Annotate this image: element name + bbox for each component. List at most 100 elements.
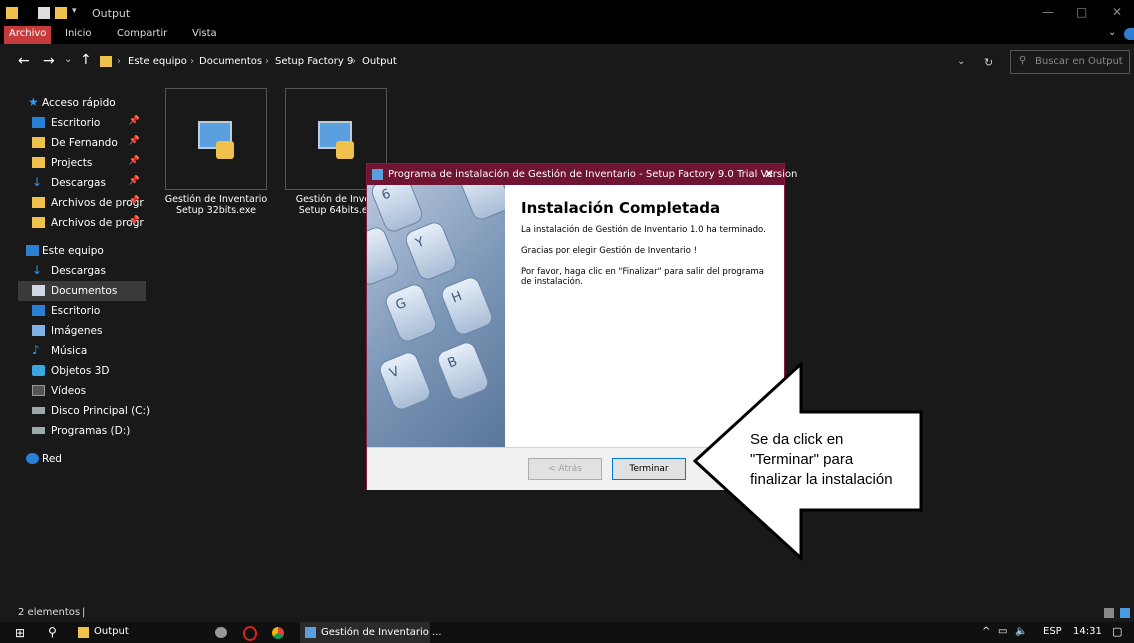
windows-start-icon[interactable]: ⊞ xyxy=(15,626,25,640)
tab-compartir[interactable]: Compartir xyxy=(117,28,167,39)
breadcrumb-documentos[interactable]: Documentos xyxy=(199,56,262,67)
download-icon: ↓ xyxy=(32,175,43,189)
explorer-taskbar-button[interactable]: Output xyxy=(78,625,188,641)
minimize-button[interactable]: — xyxy=(1042,5,1054,19)
sidebar-item-descargas[interactable]: ↓ Descargas xyxy=(18,261,146,281)
sidebar-item-red[interactable]: Red xyxy=(18,449,146,469)
chrome-icon[interactable] xyxy=(272,627,284,639)
sidebar-item-label: Red xyxy=(42,453,62,465)
chevron-right-icon: › xyxy=(352,56,356,67)
language-indicator[interactable]: ESP xyxy=(1043,626,1062,637)
recent-dropdown-icon[interactable]: ⌄ xyxy=(64,54,72,65)
dialog-close-icon[interactable]: ✕ xyxy=(764,167,774,181)
pin-icon[interactable]: 📌 xyxy=(129,116,140,126)
taskbar: ⊞ ⚲ Output Gestión de Inventario ... ^ ▭… xyxy=(0,622,1134,643)
sidebar-item-archivos-1[interactable]: Archivos de progr 📌 xyxy=(18,193,146,213)
callout-line-3: finalizar la instalación xyxy=(750,471,893,488)
sidebar-item-descargas-pinned[interactable]: ↓ Descargas 📌 xyxy=(18,173,146,193)
file-item[interactable]: Gestión de Inventario Setup 32bits.exe xyxy=(164,88,268,216)
dialog-title-bar: Programa de instalación de Gestión de In… xyxy=(367,164,797,185)
opera-icon[interactable] xyxy=(243,626,257,641)
refresh-icon[interactable]: ↻ xyxy=(984,56,993,69)
sidebar-item-imagenes[interactable]: Imágenes xyxy=(18,321,146,341)
pin-icon[interactable]: 📌 xyxy=(129,196,140,206)
sidebar-item-label: Acceso rápido xyxy=(42,97,116,109)
large-icons-view-icon[interactable] xyxy=(1120,608,1130,618)
notifications-icon[interactable]: ▢ xyxy=(1112,625,1122,638)
folder-icon xyxy=(78,627,89,638)
address-bar[interactable]: › Este equipo › Documentos › Setup Facto… xyxy=(97,52,967,72)
drive-icon xyxy=(32,407,45,414)
maximize-button[interactable]: □ xyxy=(1076,5,1087,19)
sidebar-item-escritorio[interactable]: Escritorio xyxy=(18,301,146,321)
sidebar-item-documentos[interactable]: Documentos xyxy=(18,281,146,301)
sidebar-item-musica[interactable]: ♪ Música xyxy=(18,341,146,361)
back-icon[interactable]: ← xyxy=(18,53,30,69)
dialog-text-1: La instalación de Gestión de Inventario … xyxy=(521,225,766,235)
sidebar-item-projects[interactable]: Projects 📌 xyxy=(18,153,146,173)
search-icon[interactable]: ⚲ xyxy=(48,625,57,639)
installer-icon xyxy=(165,88,267,190)
desktop-icon xyxy=(32,117,45,128)
pin-icon[interactable]: 📌 xyxy=(129,136,140,146)
tab-archivo[interactable]: Archivo xyxy=(4,26,52,44)
file-name-line2: Setup 32bits.exe xyxy=(176,205,256,216)
dialog-title: Programa de instalación de Gestión de In… xyxy=(388,169,798,180)
details-view-icon[interactable] xyxy=(1104,608,1114,618)
forward-icon[interactable]: → xyxy=(43,53,55,69)
pictures-icon xyxy=(32,325,45,336)
sidebar-item-label: Imágenes xyxy=(51,325,103,337)
show-hidden-icons-icon[interactable]: ^ xyxy=(982,626,990,637)
star-icon: ★ xyxy=(28,95,39,109)
close-button[interactable]: ✕ xyxy=(1112,5,1122,19)
sidebar-item-label: Descargas xyxy=(51,177,106,189)
back-button[interactable]: < Atrás xyxy=(528,458,602,480)
breadcrumb-este-equipo[interactable]: Este equipo xyxy=(128,56,187,67)
breadcrumb-output[interactable]: Output xyxy=(362,56,397,67)
folder-icon xyxy=(6,7,18,19)
folder-icon xyxy=(32,157,45,168)
chevron-right-icon: › xyxy=(190,56,194,67)
breadcrumb-setup-factory[interactable]: Setup Factory 9 xyxy=(275,56,353,67)
app-icon[interactable] xyxy=(215,627,227,638)
sidebar-item-archivos-2[interactable]: Archivos de progr 📌 xyxy=(18,213,146,233)
properties-icon[interactable] xyxy=(38,7,50,19)
search-input[interactable]: ⚲ Buscar en Output xyxy=(1010,50,1130,74)
finish-button[interactable]: Terminar xyxy=(612,458,686,480)
pin-icon[interactable]: 📌 xyxy=(129,176,140,186)
sidebar-item-de-fernando[interactable]: De Fernando 📌 xyxy=(18,133,146,153)
sidebar-item-label: Projects xyxy=(51,157,93,169)
sidebar-item-escritorio-pinned[interactable]: Escritorio 📌 xyxy=(18,113,146,133)
sidebar-item-label: Descargas xyxy=(51,265,106,277)
expand-ribbon-icon[interactable]: ⌄ xyxy=(1108,27,1116,38)
sidebar-item-este-equipo[interactable]: Este equipo xyxy=(18,241,146,261)
help-icon[interactable] xyxy=(1124,28,1134,40)
dialog-heading: Instalación Completada xyxy=(521,199,721,217)
chevron-right-icon: › xyxy=(265,56,269,67)
installer-taskbar-button[interactable]: Gestión de Inventario ... xyxy=(300,622,442,643)
download-icon: ↓ xyxy=(32,263,43,277)
sidebar-item-disco-c[interactable]: Disco Principal (C:) xyxy=(18,401,150,421)
sidebar-item-label: Documentos xyxy=(51,285,118,297)
sidebar-item-label: Este equipo xyxy=(42,245,104,257)
sidebar-item-label: Escritorio xyxy=(51,305,101,317)
items-count: 2 elementos xyxy=(18,607,81,618)
clock[interactable]: 14:31 xyxy=(1073,626,1102,637)
sidebar-item-acceso-rapido[interactable]: ★ Acceso rápido xyxy=(18,93,146,113)
pin-icon[interactable]: 📌 xyxy=(129,216,140,226)
status-divider: | xyxy=(82,607,86,618)
network-tray-icon[interactable]: ▭ xyxy=(998,626,1007,637)
tab-vista[interactable]: Vista xyxy=(192,28,217,39)
volume-icon[interactable]: 🔈 xyxy=(1015,626,1027,637)
up-icon[interactable]: ↑ xyxy=(80,52,92,68)
qa-dropdown-icon[interactable]: ▾ xyxy=(72,6,77,16)
new-folder-icon[interactable] xyxy=(55,7,67,19)
sidebar-item-objetos-3d[interactable]: Objetos 3D xyxy=(18,361,146,381)
address-dropdown-icon[interactable]: ⌄ xyxy=(957,56,965,67)
tab-inicio[interactable]: Inicio xyxy=(65,28,91,39)
sidebar-item-programas-d[interactable]: Programas (D:) xyxy=(18,421,146,441)
sidebar-item-videos[interactable]: Vídeos xyxy=(18,381,146,401)
installer-taskbar-label: Gestión de Inventario ... xyxy=(321,627,442,638)
pin-icon[interactable]: 📌 xyxy=(129,156,140,166)
ribbon-tabs: Archivo Inicio Compartir Vista ⌄ xyxy=(0,26,1134,44)
